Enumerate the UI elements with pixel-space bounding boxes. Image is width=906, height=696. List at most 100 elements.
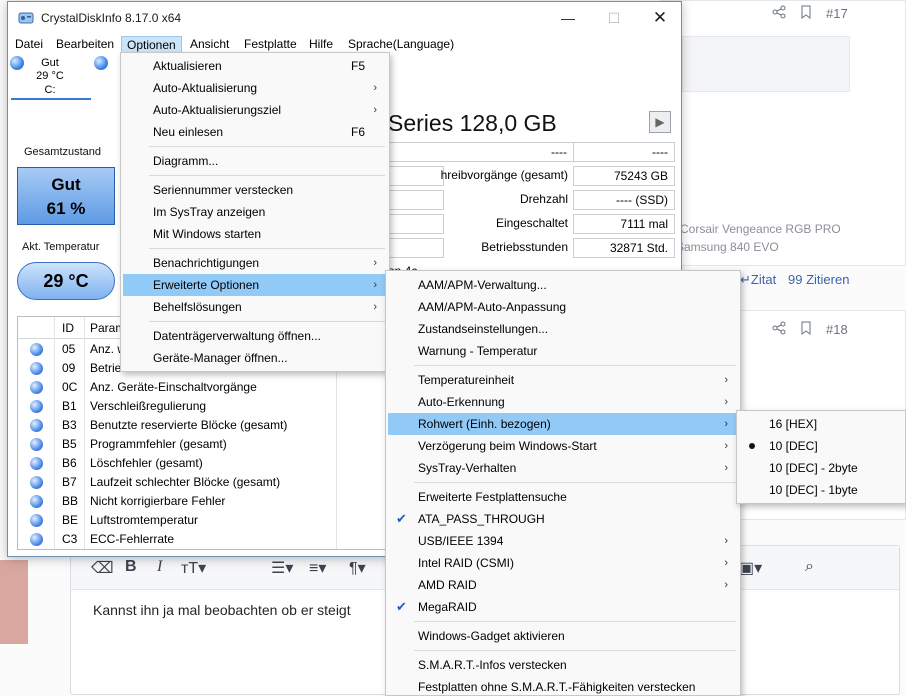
menu-item-intel-raid-csmi[interactable]: Intel RAID (CSMI) › — [388, 552, 738, 574]
menu-item-verzögerung-beim-windows-start[interactable]: Verzögerung beim Windows-Start › — [388, 435, 738, 457]
menu-item-benachrichtigungen[interactable]: Benachrichtigungen › — [123, 252, 387, 274]
menu-item-label: AAM/APM-Auto-Anpassung — [418, 300, 567, 314]
menu-item-windows-gadget-aktivieren[interactable]: Windows-Gadget aktivieren — [388, 625, 738, 647]
post-number[interactable]: #17 — [826, 6, 848, 21]
menu-item-aam-apm-auto-anpassung[interactable]: AAM/APM-Auto-Anpassung — [388, 296, 738, 318]
menu-item-s-m-a-r-t-infos-verstecken[interactable]: S.M.A.R.T.-Infos verstecken — [388, 654, 738, 676]
health-status-box[interactable]: Gut 61 % — [17, 167, 115, 225]
menu-ansicht[interactable]: Ansicht — [185, 36, 234, 53]
close-button[interactable]: ✕ — [637, 2, 683, 34]
menu-item-label: Benachrichtigungen — [153, 256, 260, 270]
drive-tab-c[interactable]: Gut 29 °C C: — [8, 54, 118, 102]
maximize-button[interactable]: ☐ — [591, 2, 637, 34]
preview-icon[interactable]: ⌕ — [805, 558, 814, 576]
align-icon[interactable]: ≡▾ — [309, 558, 326, 578]
menu-item-im-systray-anzeigen[interactable]: Im SysTray anzeigen — [123, 201, 387, 223]
menu-item-amd-raid[interactable]: AMD RAID › — [388, 574, 738, 596]
menu-item-aktualisieren[interactable]: Aktualisieren F5 — [123, 55, 387, 77]
menu-hilfe[interactable]: Hilfe — [304, 36, 338, 53]
menu-optionen[interactable]: Optionen — [121, 36, 182, 53]
menu-item-behelfslösungen[interactable]: Behelfslösungen › — [123, 296, 387, 318]
editor-content[interactable]: Kannst ihn ja mal beobachten ob er steig… — [93, 602, 351, 618]
menu-item-erweiterte-optionen[interactable]: Erweiterte Optionen › — [123, 274, 387, 296]
quote-link[interactable]: ↵Zitat — [740, 272, 776, 288]
menu-item-10-dec-2byte[interactable]: 10 [DEC] - 2byte — [739, 457, 903, 479]
menu-item-10-dec-1byte[interactable]: 10 [DEC] - 1byte — [739, 479, 903, 501]
menu-item-label: Windows-Gadget aktivieren — [418, 629, 565, 643]
submenu-arrow-icon: › — [724, 462, 728, 474]
attribute-id: B1 — [62, 399, 77, 413]
list-icon[interactable]: ☰▾ — [271, 558, 293, 578]
menu-item-festplatten-ohne-s-m-a-r-t-fähigkeiten-verstecken[interactable]: Festplatten ohne S.M.A.R.T.-Fähigkeiten … — [388, 676, 738, 696]
menu-item-megaraid[interactable]: ✔ MegaRAID — [388, 596, 738, 618]
menu-item-geräte-manager-öffnen[interactable]: Geräte-Manager öffnen... — [123, 347, 387, 369]
menu-item-zustandseinstellungen[interactable]: Zustandseinstellungen... — [388, 318, 738, 340]
next-disk-button[interactable]: ▶ — [649, 111, 671, 133]
drive-status-indicator-2[interactable] — [94, 56, 108, 70]
menu-shortcut: F5 — [350, 59, 365, 73]
menu-item-label: MegaRAID — [418, 600, 477, 614]
menu-separator — [149, 146, 385, 147]
status-dot-icon — [30, 419, 43, 432]
attribute-id: B5 — [62, 437, 77, 451]
menu-festplatte[interactable]: Festplatte — [239, 36, 302, 53]
info-box-left-1 — [388, 166, 444, 186]
share-icon[interactable] — [772, 5, 786, 22]
menu-item-erweiterte-festplattensuche[interactable]: Erweiterte Festplattensuche — [388, 486, 738, 508]
menu-item-warnung-temperatur[interactable]: Warnung - Temperatur — [388, 340, 738, 362]
info-value-left-0: ---- — [388, 142, 574, 162]
menu-bearbeiten[interactable]: Bearbeiten — [51, 36, 119, 53]
menu-item-temperatureinheit[interactable]: Temperatureinheit › — [388, 369, 738, 391]
menu-item-systray-verhalten[interactable]: SysTray-Verhalten › — [388, 457, 738, 479]
eraser-icon[interactable]: ⌫ — [91, 558, 114, 578]
menu-item-label: Behelfslösungen — [153, 300, 242, 314]
info-value-writes: 75243 GB — [573, 166, 675, 186]
menu-separator — [414, 621, 736, 622]
menu-sprache[interactable]: Sprache(Language) — [343, 36, 459, 53]
submenu-arrow-icon: › — [724, 418, 728, 430]
menu-item-10-dec[interactable]: 10 [DEC] — [739, 435, 903, 457]
menu-item-usb-ieee-1394[interactable]: USB/IEEE 1394 › — [388, 530, 738, 552]
status-dot-icon — [30, 438, 43, 451]
title-bar[interactable]: CrystalDiskInfo 8.17.0 x64 — ☐ ✕ — [8, 2, 681, 34]
window-title: CrystalDiskInfo 8.17.0 x64 — [41, 11, 182, 25]
menu-item-aam-apm-verwaltung[interactable]: AAM/APM-Verwaltung... — [388, 274, 738, 296]
column-header-id[interactable]: ID — [62, 321, 74, 335]
submenu-arrow-icon: › — [373, 257, 377, 269]
rohwert-submenu: 16 [HEX] 10 [DEC] 10 [DEC] - 2byte 10 [DEC]… — [736, 410, 906, 504]
menu-item-label: Auto-Aktualisierung — [153, 81, 258, 95]
attribute-name: Anz. Geräte-Einschaltvorgänge — [90, 380, 257, 394]
menu-item-ata-pass-through[interactable]: ✔ ATA_PASS_THROUGH — [388, 508, 738, 530]
info-label-writes: hreibvorgänge (gesamt) — [440, 168, 568, 182]
menu-item-seriennummer-verstecken[interactable]: Seriennummer verstecken — [123, 179, 387, 201]
font-size-icon[interactable]: тT▾ — [181, 558, 206, 578]
menu-datei[interactable]: Datei — [10, 36, 48, 53]
menu-item-auto-erkennung[interactable]: Auto-Erkennung › — [388, 391, 738, 413]
menu-item-neu-einlesen[interactable]: Neu einlesen F6 — [123, 121, 387, 143]
bookmark-icon[interactable] — [800, 321, 812, 338]
bold-icon[interactable]: B — [125, 558, 137, 576]
menu-item-rohwert-einh-bezogen[interactable]: Rohwert (Einh. bezogen) › — [388, 413, 738, 435]
minimize-button[interactable]: — — [545, 2, 591, 34]
submenu-arrow-icon: › — [373, 279, 377, 291]
menu-item-label: AAM/APM-Verwaltung... — [418, 278, 547, 292]
info-box-left-3 — [388, 214, 444, 234]
attribute-name: ECC-Fehlerrate — [90, 532, 175, 546]
menu-item-auto-aktualisierungsziel[interactable]: Auto-Aktualisierungsziel › — [123, 99, 387, 121]
italic-icon[interactable]: I — [157, 558, 162, 576]
menu-item-mit-windows-starten[interactable]: Mit Windows starten — [123, 223, 387, 245]
menu-item-datenträgerverwaltung-öffnen[interactable]: Datenträgerverwaltung öffnen... — [123, 325, 387, 347]
submenu-arrow-icon: › — [373, 104, 377, 116]
bookmark-icon[interactable] — [800, 5, 812, 22]
menu-item-auto-aktualisierung[interactable]: Auto-Aktualisierung › — [123, 77, 387, 99]
multiquote-link[interactable]: 99 Zitieren — [788, 272, 849, 287]
paragraph-icon[interactable]: ¶▾ — [349, 558, 366, 578]
menu-item-diagramm[interactable]: Diagramm... — [123, 150, 387, 172]
menu-item-16-hex[interactable]: 16 [HEX] — [739, 413, 903, 435]
save-draft-icon[interactable]: ▣▾ — [739, 558, 762, 578]
post-number[interactable]: #18 — [826, 322, 848, 337]
menu-separator — [414, 650, 736, 651]
share-icon[interactable] — [772, 321, 786, 338]
temperature-display[interactable]: 29 °C — [17, 262, 115, 300]
attribute-name: Benutzte reservierte Blöcke (gesamt) — [90, 418, 288, 432]
